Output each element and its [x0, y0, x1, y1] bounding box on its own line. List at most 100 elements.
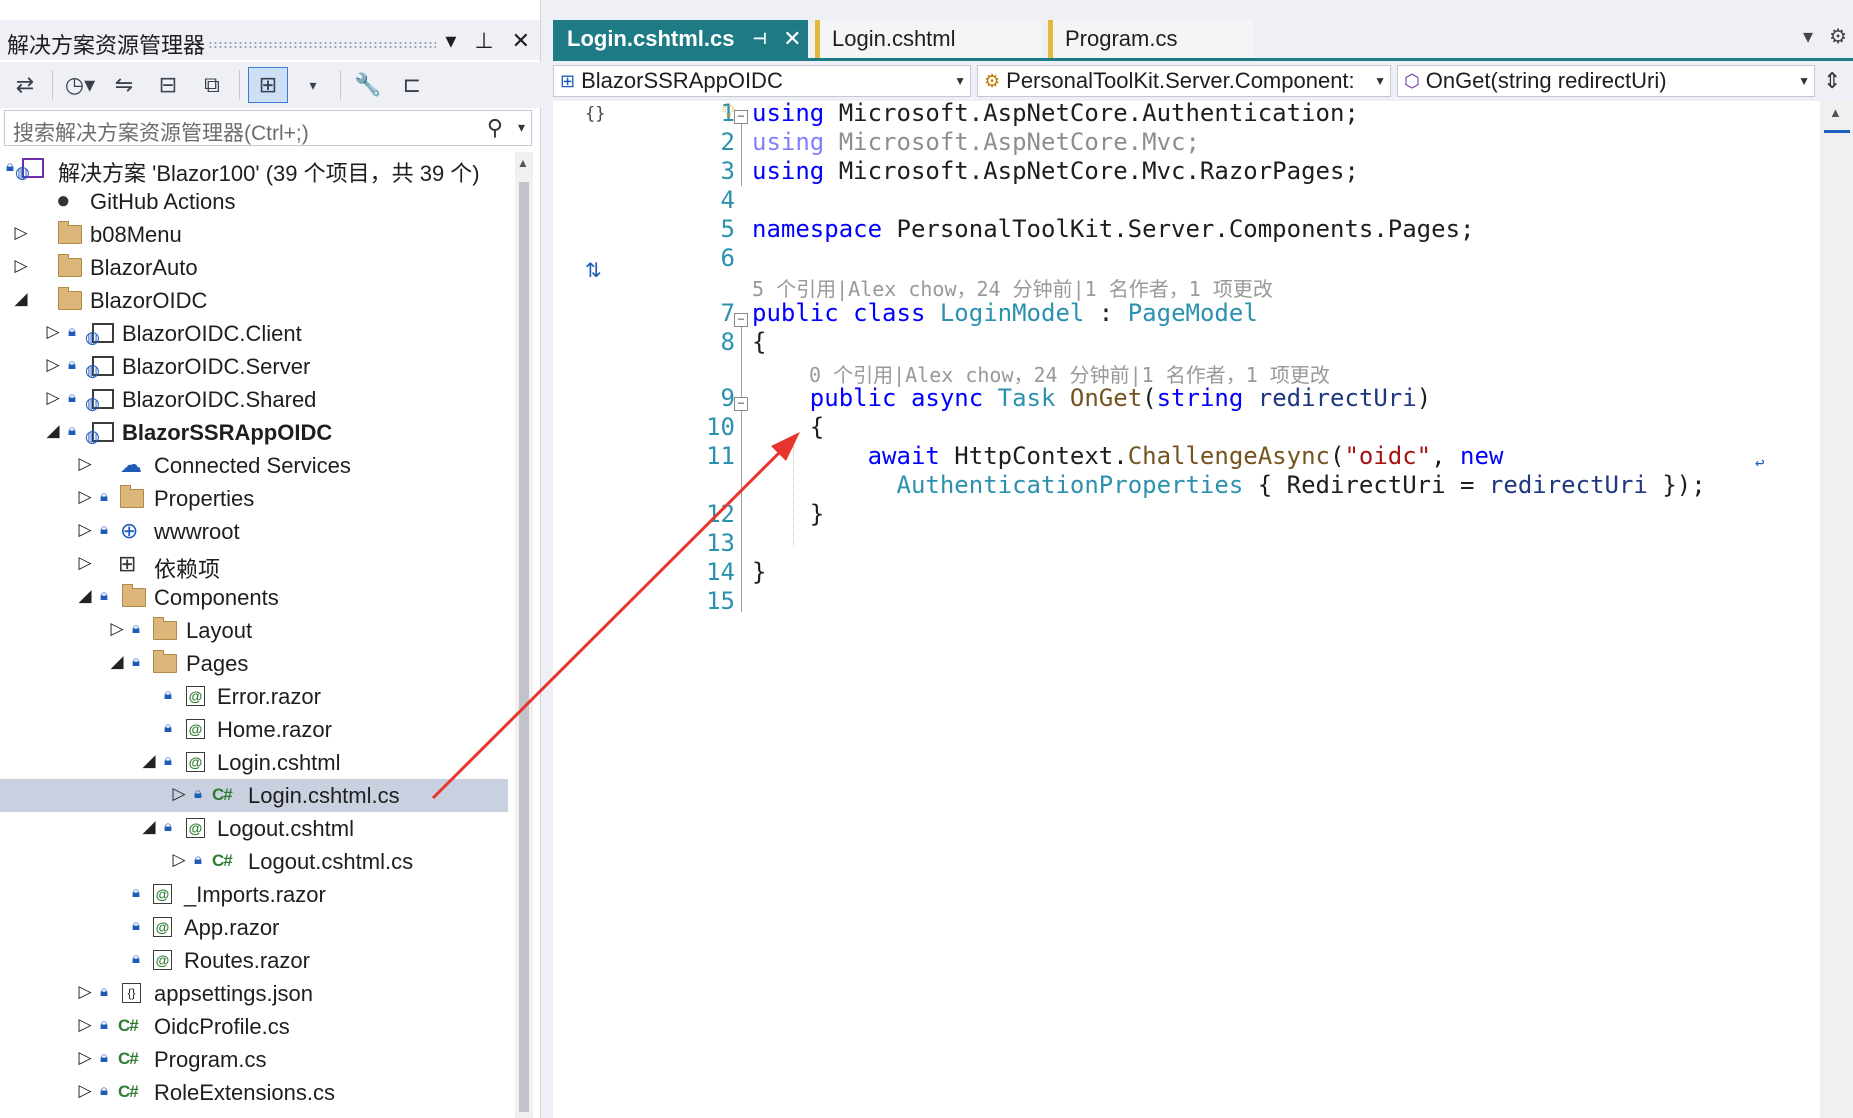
tree-item-b08menu[interactable]: ▷ b08Menu — [0, 218, 508, 251]
expand-arrow-icon[interactable]: ▷ — [78, 487, 92, 507]
tree-item-blazorssrappoidc[interactable]: ◢ 🔒︎ BlazorSSRAppOIDC — [0, 416, 508, 449]
line-number: 11 — [706, 442, 735, 470]
preview-icon[interactable]: ⊏ — [393, 68, 431, 102]
tree-item-solution[interactable]: 🔒︎ 解决方案 'Blazor100' (39 个项目，共 39 个) — [0, 152, 508, 186]
tree-item-error-razor[interactable]: 🔒︎ @ Error.razor — [0, 680, 508, 713]
chevron-down-icon[interactable]: ▼ — [1798, 74, 1810, 88]
sync-icon[interactable]: ⇋ — [105, 68, 143, 102]
expand-arrow-icon[interactable]: ▷ — [78, 1081, 92, 1101]
tab-login-cshtml-cs[interactable]: Login.cshtml.cs ⊣ ✕ — [553, 20, 808, 58]
lock-icon: 🔒︎ — [100, 983, 108, 1000]
solution-explorer-title-bar: 解决方案资源管理器 ▾ ⊥ ✕ — [0, 20, 540, 60]
tree-item-oidcprofile-cs[interactable]: ▷ 🔒︎ C# OidcProfile.cs — [0, 1010, 508, 1043]
tree-item-label: BlazorOIDC.Shared — [122, 387, 317, 412]
tree-item-components[interactable]: ◢ 🔒︎ Components — [0, 581, 508, 614]
tree-view-icon[interactable]: ⊞ — [248, 67, 288, 103]
expand-arrow-icon[interactable]: ▷ — [78, 454, 92, 474]
history-icon[interactable]: ◷▾ — [61, 68, 99, 102]
tree-item-blazoroidc[interactable]: ◢ BlazorOIDC — [0, 284, 508, 317]
show-all-files-icon[interactable]: ⧉ — [193, 68, 231, 102]
tree-item-blazoroidc-server[interactable]: ▷ 🔒︎ BlazorOIDC.Server — [0, 350, 508, 383]
settings-gear-icon[interactable]: ⚙ — [1829, 24, 1847, 49]
window-menu-icon[interactable]: ▾ — [445, 28, 456, 54]
collapse-arrow-icon[interactable]: ◢ — [46, 421, 60, 441]
collapse-region-icon[interactable]: − — [734, 397, 748, 411]
search-icon[interactable]: ⚲ — [487, 115, 503, 141]
chevron-down-icon[interactable]: ▼ — [954, 74, 966, 88]
view-dropdown-icon[interactable]: ▾ — [294, 68, 332, 102]
expand-arrow-icon[interactable]: ▷ — [172, 784, 186, 804]
expand-arrow-icon[interactable]: ▷ — [78, 553, 92, 573]
collapse-arrow-icon[interactable]: ◢ — [110, 652, 124, 672]
tree-item-login-cshtml-cs[interactable]: ▷ 🔒︎ C# Login.cshtml.cs — [0, 779, 508, 812]
tree-item-github-actions[interactable]: ● GitHub Actions — [0, 185, 508, 218]
tree-item-pages[interactable]: ◢ 🔒︎ Pages — [0, 647, 508, 680]
code-text-area[interactable]: 1 💡︎ 2 3 4 5 6 7 8 9 10 11 12 13 14 15 −… — [583, 99, 1820, 1118]
solution-explorer-scrollbar[interactable]: ▲ — [515, 152, 533, 1118]
expand-arrow-icon[interactable]: ▷ — [110, 619, 124, 639]
tab-login-cshtml[interactable]: Login.cshtml — [815, 20, 1041, 58]
split-window-icon[interactable]: ⇕ — [1823, 68, 1841, 94]
switch-views-icon[interactable]: ⇄ — [6, 68, 44, 102]
expand-arrow-icon[interactable]: ▷ — [14, 256, 28, 276]
tree-item-blazorauto[interactable]: ▷ BlazorAuto — [0, 251, 508, 284]
codelens-class[interactable]: 5 个引用|Alex chow，24 分钟前|1 名作者，1 项更改 — [752, 273, 1273, 302]
expand-arrow-icon[interactable]: ▷ — [78, 982, 92, 1002]
collapse-arrow-icon[interactable]: ◢ — [142, 817, 156, 837]
tree-item-home-razor[interactable]: 🔒︎ @ Home.razor — [0, 713, 508, 746]
tree-item-imports-razor[interactable]: 🔒︎ @ _Imports.razor — [0, 878, 508, 911]
editor-scrollbar[interactable]: ▲ — [1820, 101, 1853, 1118]
chevron-down-icon[interactable]: ▼ — [1374, 74, 1386, 88]
collapse-region-icon[interactable]: − — [734, 313, 748, 327]
project-dropdown[interactable]: ⊞ BlazorSSRAppOIDC ▼ — [553, 65, 971, 97]
solution-explorer-search[interactable]: 搜索解决方案资源管理器(Ctrl+;) ⚲ ▾ — [4, 110, 532, 146]
expand-arrow-icon[interactable]: ▷ — [78, 1015, 92, 1035]
pin-tab-icon[interactable]: ⊣ — [752, 29, 767, 49]
tree-item-dependencies[interactable]: ▷ ⊞ 依赖项 — [0, 548, 508, 582]
tree-item-login-cshtml[interactable]: ◢ 🔒︎ @ Login.cshtml — [0, 746, 508, 779]
collapse-arrow-icon[interactable]: ◢ — [142, 751, 156, 771]
close-tab-icon[interactable]: ✕ — [783, 26, 801, 52]
keyword-token: class — [853, 299, 926, 327]
scroll-up-icon[interactable]: ▲ — [517, 156, 529, 170]
tree-item-wwwroot[interactable]: ▷ 🔒︎ ⊕ wwwroot — [0, 515, 508, 548]
search-options-dropdown-icon[interactable]: ▾ — [518, 119, 525, 136]
member-dropdown[interactable]: ⬡ OnGet(string redirectUri) ▼ — [1397, 65, 1815, 97]
tree-item-layout[interactable]: ▷ 🔒︎ Layout — [0, 614, 508, 647]
lock-icon: 🔒︎ — [164, 719, 172, 736]
type-dropdown[interactable]: ⚙ PersonalToolKit.Server.Component: ▼ — [977, 65, 1391, 97]
collapse-all-icon[interactable]: ⊟ — [149, 68, 187, 102]
tree-item-app-razor[interactable]: 🔒︎ @ App.razor — [0, 911, 508, 944]
close-icon[interactable]: ✕ — [512, 28, 530, 54]
scroll-up-icon[interactable]: ▲ — [1829, 105, 1842, 120]
expand-arrow-icon[interactable]: ▷ — [78, 520, 92, 540]
collapse-arrow-icon[interactable]: ◢ — [78, 586, 92, 606]
expand-arrow-icon[interactable]: ▷ — [46, 355, 60, 375]
scrollbar-thumb[interactable] — [519, 182, 529, 1112]
collapse-arrow-icon[interactable]: ◢ — [14, 289, 28, 309]
pin-icon[interactable]: ⊥ — [474, 28, 493, 54]
tree-item-logout-cshtml[interactable]: ◢ 🔒︎ @ Logout.cshtml — [0, 812, 508, 845]
tree-item-program-cs[interactable]: ▷ 🔒︎ C# Program.cs — [0, 1043, 508, 1076]
tree-item-routes-razor[interactable]: 🔒︎ @ Routes.razor — [0, 944, 508, 977]
keyword-token: async — [910, 384, 984, 412]
expand-arrow-icon[interactable]: ▷ — [78, 1048, 92, 1068]
tree-item-properties[interactable]: ▷ 🔒︎ Properties — [0, 482, 508, 515]
expand-arrow-icon[interactable]: ▷ — [46, 322, 60, 342]
properties-wrench-icon[interactable]: 🔧 — [349, 68, 387, 102]
tree-item-blazoroidc-shared[interactable]: ▷ 🔒︎ BlazorOIDC.Shared — [0, 383, 508, 416]
code-navigation-bar: ⊞ BlazorSSRAppOIDC ▼ ⚙ PersonalToolKit.S… — [553, 62, 1853, 100]
folder-icon — [58, 286, 82, 313]
expand-arrow-icon[interactable]: ▷ — [46, 388, 60, 408]
expand-arrow-icon[interactable]: ▷ — [14, 223, 28, 243]
tree-item-blazoroidc-client[interactable]: ▷ 🔒︎ BlazorOIDC.Client — [0, 317, 508, 350]
expand-arrow-icon[interactable]: ▷ — [172, 850, 186, 870]
code-editor[interactable]: {} ⇅ 1 💡︎ 2 3 4 5 6 7 8 9 10 11 12 13 14… — [553, 99, 1853, 1118]
tab-list-dropdown-icon[interactable]: ▾ — [1803, 24, 1813, 49]
tree-item-connected-services[interactable]: ▷ ☁ Connected Services — [0, 449, 508, 482]
tree-item-appsettings-json[interactable]: ▷ 🔒︎ {} appsettings.json — [0, 977, 508, 1010]
collapse-region-icon[interactable]: − — [734, 110, 748, 124]
tree-item-logout-cshtml-cs[interactable]: ▷ 🔒︎ C# Logout.cshtml.cs — [0, 845, 508, 878]
tree-item-roleextensions-cs[interactable]: ▷ 🔒︎ C# RoleExtensions.cs — [0, 1076, 508, 1109]
tab-program-cs[interactable]: Program.cs — [1048, 20, 1253, 58]
